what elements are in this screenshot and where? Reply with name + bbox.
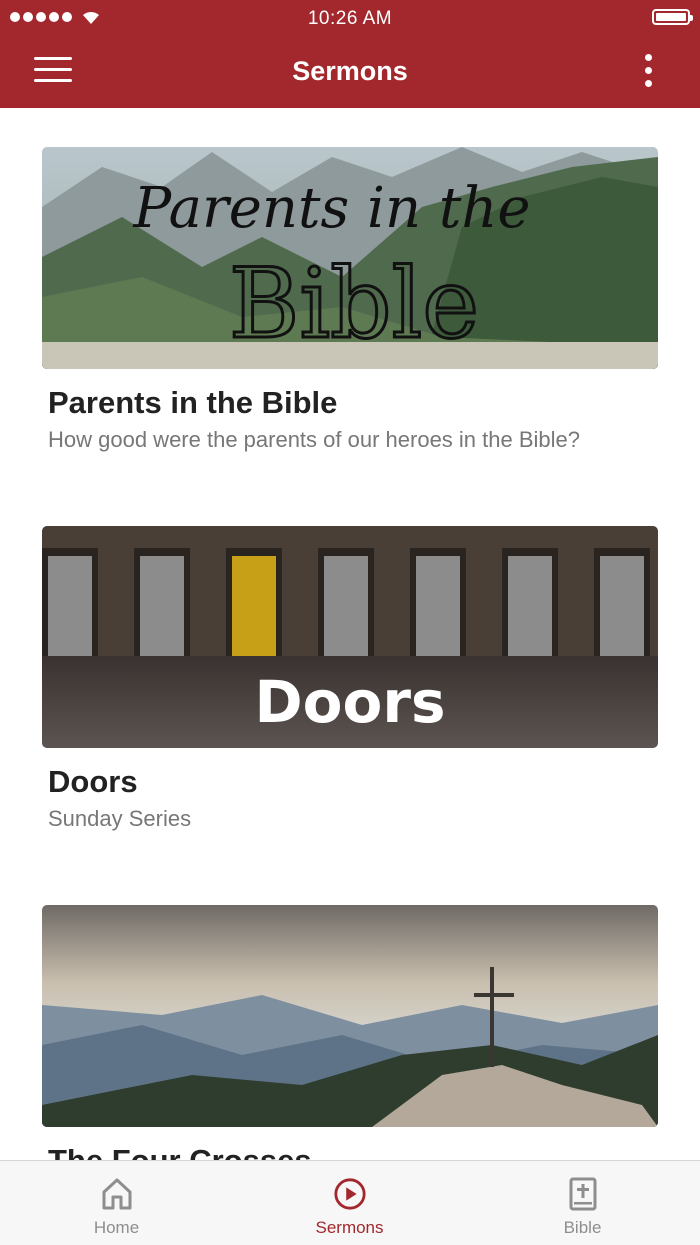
banner-word-text: Bible (229, 248, 479, 360)
sermon-banner-image: Parents in the Bible (42, 147, 658, 369)
tab-sermons[interactable]: Sermons (233, 1161, 466, 1245)
tab-bible[interactable]: Bible (466, 1161, 699, 1245)
status-bar: 10:26 AM (0, 0, 700, 36)
sermon-list: Parents in the Bible Parents in the Bibl… (0, 108, 700, 1160)
sermon-title: Doors (48, 764, 138, 799)
sermon-title: Parents in the Bible (48, 385, 338, 420)
page-title: Sermons (292, 56, 408, 86)
tab-label: Sermons (315, 1218, 384, 1237)
sermon-card-the-four-crosses[interactable]: The Four Crosses (42, 905, 658, 1160)
sermon-card-parents-in-the-bible[interactable]: Parents in the Bible Parents in the Bibl… (42, 147, 658, 453)
app-header: 10:26 AM Sermons (0, 0, 700, 108)
home-icon (102, 1178, 131, 1210)
sermon-title: The Four Crosses (48, 1143, 658, 1160)
bottom-tab-bar: Home Sermons Bible (0, 1160, 700, 1245)
play-circle-icon (333, 1178, 366, 1210)
more-options-icon[interactable] (640, 54, 656, 90)
sermon-subtitle: Sunday Series (48, 806, 192, 831)
banner-word-text: Doors (255, 668, 446, 736)
tab-label: Bible (563, 1218, 602, 1237)
tab-label: Home (93, 1218, 140, 1237)
status-time: 10:26 AM (307, 8, 393, 29)
sermon-card-doors[interactable]: Doors Doors Sunday Series (42, 526, 658, 832)
sermon-banner-image: Doors (42, 526, 658, 748)
tab-home[interactable]: Home (0, 1161, 233, 1245)
banner-script-text: Parents in the (132, 176, 530, 241)
battery-icon (652, 9, 693, 25)
sermon-banner-image (42, 905, 658, 1127)
bible-icon (569, 1177, 596, 1211)
sermon-subtitle: How good were the parents of our heroes … (48, 427, 580, 452)
